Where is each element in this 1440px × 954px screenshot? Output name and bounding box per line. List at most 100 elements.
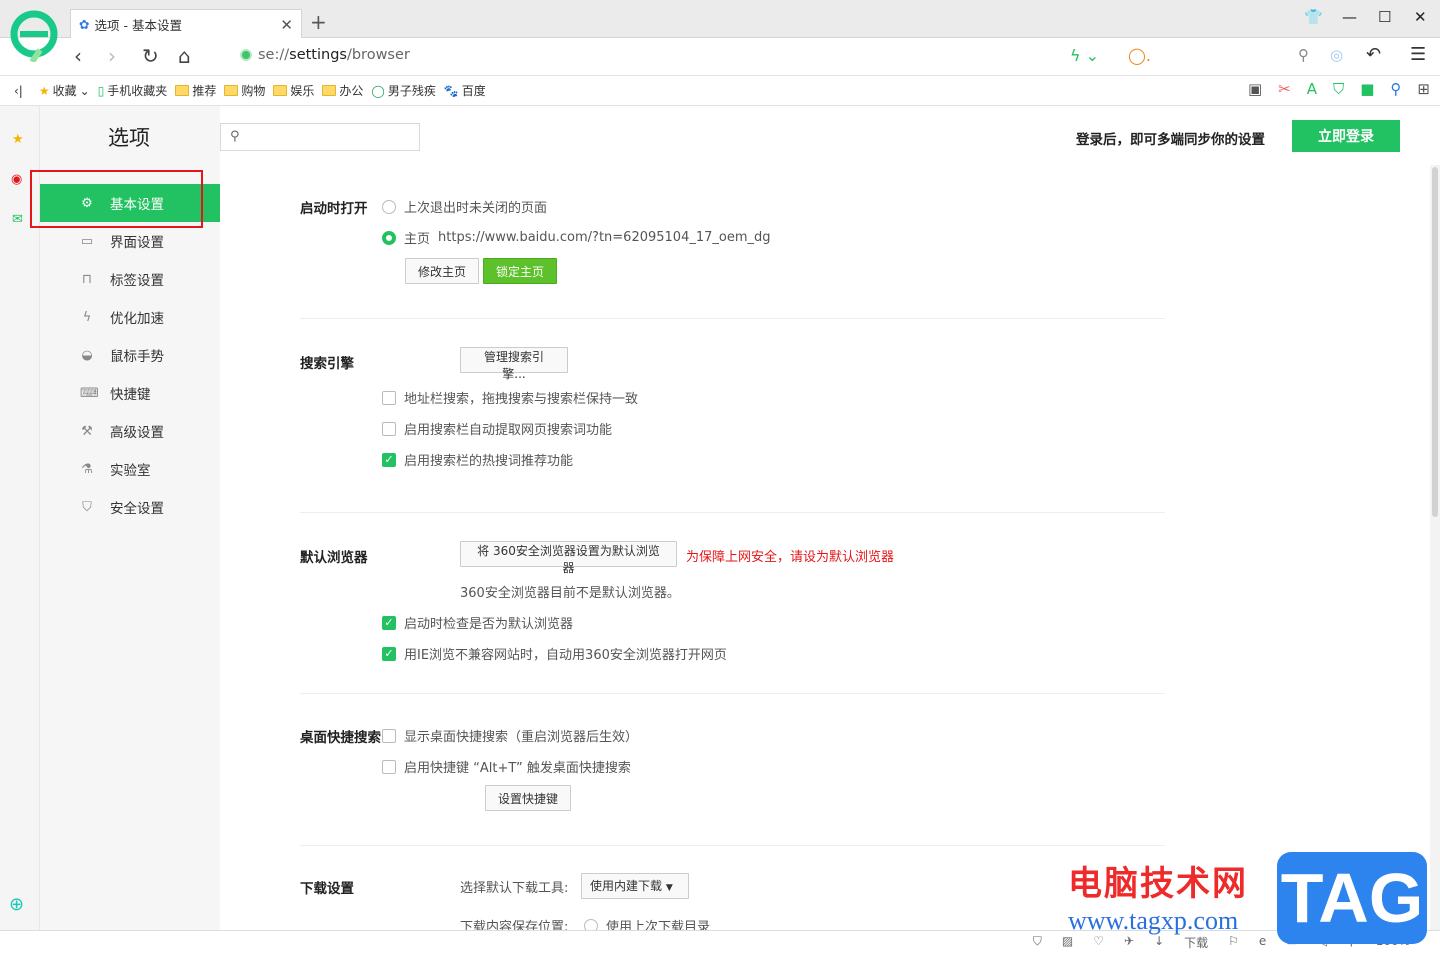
scissors-icon[interactable]: ✂ bbox=[1278, 80, 1291, 98]
lock-homepage-button[interactable]: 锁定主页 bbox=[483, 258, 557, 284]
close-window-button[interactable]: ✕ bbox=[1414, 8, 1427, 26]
radio-last-dir[interactable]: 使用上次下载目录 bbox=[584, 916, 710, 930]
bookmark-label: 推荐 bbox=[192, 84, 217, 98]
heartbeat-icon[interactable]: ♡ bbox=[1093, 934, 1104, 951]
checkbox-row[interactable]: 显示桌面快捷搜索（重启浏览器后生效） bbox=[382, 726, 638, 745]
tab-options[interactable]: ✿ 选项 - 基本设置 ✕ bbox=[70, 9, 302, 39]
bookmark-mobile[interactable]: ▯ 手机收藏夹 bbox=[98, 82, 168, 99]
download-location-label: 下载内容保存位置: bbox=[460, 920, 569, 930]
mail-icon[interactable]: ✉ bbox=[12, 212, 23, 227]
tab-title: 选项 - 基本设置 bbox=[94, 18, 182, 33]
bookmark-folder[interactable]: 推荐 bbox=[175, 82, 216, 99]
bookmark-label: 娱乐 bbox=[290, 84, 315, 98]
radio[interactable] bbox=[584, 918, 598, 930]
checkbox-row[interactable]: ✓ 用IE浏览不兼容网站时，自动用360安全浏览器打开网页 bbox=[382, 644, 727, 663]
bookmark-link[interactable]: ◯ 男子残疾 bbox=[371, 82, 435, 99]
skin-icon[interactable]: 👕 bbox=[1304, 8, 1323, 26]
search-icon: ⚲ bbox=[230, 129, 240, 144]
bookmark-baidu[interactable]: 🐾 百度 bbox=[444, 82, 486, 99]
sync-icon[interactable]: ◎ bbox=[1330, 46, 1343, 64]
game-icon[interactable]: ■ bbox=[1360, 80, 1374, 98]
settings-search-input[interactable]: ⚲ bbox=[220, 123, 420, 151]
close-tab-icon[interactable]: ✕ bbox=[280, 16, 293, 34]
manage-search-engines-button[interactable]: 管理搜索引擎... bbox=[460, 347, 568, 381]
reader-icon[interactable]: ▣ bbox=[1248, 80, 1262, 98]
search-engine-icon[interactable]: ◯. bbox=[1128, 46, 1151, 65]
translate-icon[interactable]: A bbox=[1307, 80, 1317, 98]
sidebar-item-label: 界面设置 bbox=[110, 235, 164, 251]
folder-icon bbox=[273, 85, 288, 96]
checkbox-row[interactable]: 地址栏搜索，拖拽搜索与搜索栏保持一致 bbox=[382, 388, 638, 407]
apps-icon[interactable]: ⊞ bbox=[1417, 80, 1430, 98]
address-bar[interactable]: se://settings/browser bbox=[240, 47, 410, 63]
modify-homepage-button[interactable]: 修改主页 bbox=[405, 258, 479, 284]
checkbox[interactable] bbox=[382, 728, 396, 743]
checkbox[interactable]: ✓ bbox=[382, 615, 396, 630]
forward-button[interactable]: › bbox=[108, 44, 116, 68]
checkbox-row[interactable]: 启用搜索栏自动提取网页搜索词功能 bbox=[382, 419, 612, 438]
url-path: settings bbox=[289, 47, 347, 63]
bookmark-label: 手机收藏夹 bbox=[107, 84, 168, 98]
login-button[interactable]: 立即登录 bbox=[1292, 120, 1400, 152]
checkbox[interactable] bbox=[382, 390, 396, 405]
set-default-browser-button[interactable]: 将 360安全浏览器设置为默认浏览器 bbox=[460, 541, 677, 575]
sidebar-item-advanced[interactable]: ⚒ 高级设置 bbox=[40, 412, 220, 450]
bookmark-folder[interactable]: 办公 bbox=[322, 82, 363, 99]
lightning-icon[interactable]: ϟ ⌄ bbox=[1070, 46, 1099, 65]
download-tool-select[interactable]: 使用内建下载 ▼ bbox=[581, 873, 689, 899]
flask-icon: ⚗ bbox=[81, 461, 93, 477]
browser-logo-icon[interactable] bbox=[10, 10, 58, 62]
bookmark-folder[interactable]: 娱乐 bbox=[273, 82, 314, 99]
scrollbar-thumb[interactable] bbox=[1432, 167, 1438, 517]
sidebar-item-tabs[interactable]: ⊓ 标签设置 bbox=[40, 260, 220, 298]
radio[interactable] bbox=[382, 199, 396, 214]
download-icon[interactable]: ↓ bbox=[1154, 934, 1164, 951]
image-icon[interactable]: ▨ bbox=[1062, 934, 1073, 951]
bookmark-favorites[interactable]: ★ 收藏 ⌄ bbox=[39, 82, 90, 99]
side-strip: ★ ◉ ✉ ⊕ bbox=[0, 106, 40, 930]
search-icon[interactable]: ⚲ bbox=[1298, 46, 1309, 64]
checkbox-row[interactable]: ✓ 启用搜索栏的热搜词推荐功能 bbox=[382, 450, 573, 469]
radio-restore-session[interactable]: 上次退出时未关闭的页面 bbox=[382, 197, 547, 216]
menu-icon[interactable]: ☰ bbox=[1410, 44, 1426, 65]
checkbox[interactable] bbox=[382, 759, 396, 774]
checkbox[interactable]: ✓ bbox=[382, 452, 396, 467]
folder-icon bbox=[322, 85, 337, 96]
minimize-button[interactable]: — bbox=[1342, 8, 1357, 26]
option-label: 启动时检查是否为默认浏览器 bbox=[404, 617, 574, 632]
rocket-icon[interactable]: ✈ bbox=[1124, 934, 1134, 951]
sidebar-item-lab[interactable]: ⚗ 实验室 bbox=[40, 450, 220, 488]
radio[interactable] bbox=[382, 230, 396, 245]
shield-yen-icon[interactable]: ⛉ bbox=[1333, 80, 1344, 98]
sidebar-item-shortcuts[interactable]: ⌨ 快捷键 bbox=[40, 374, 220, 412]
scrollbar[interactable] bbox=[1430, 165, 1440, 930]
favorites-icon[interactable]: ★ bbox=[12, 132, 24, 147]
set-shortcut-button[interactable]: 设置快捷键 bbox=[485, 785, 571, 811]
checkbox-row[interactable]: ✓ 启动时检查是否为默认浏览器 bbox=[382, 613, 573, 632]
undo-icon[interactable]: ↶ bbox=[1366, 44, 1381, 65]
maximize-button[interactable]: ☐ bbox=[1378, 8, 1391, 26]
bookmark-folder[interactable]: 购物 bbox=[224, 82, 265, 99]
weibo-icon[interactable]: ◉ bbox=[11, 172, 22, 187]
ie-icon[interactable]: e bbox=[1259, 934, 1266, 951]
new-tab-button[interactable]: + bbox=[310, 10, 327, 34]
home-button[interactable]: ⌂ bbox=[178, 44, 191, 68]
download-tool-label: 选择默认下载工具: bbox=[460, 881, 569, 896]
sidebar-item-label: 高级设置 bbox=[110, 425, 164, 441]
sidebar-item-security[interactable]: ⛉ 安全设置 bbox=[40, 488, 220, 526]
sidebar-item-gestures[interactable]: ◒ 鼠标手势 bbox=[40, 336, 220, 374]
shield-icon[interactable]: ⛉ bbox=[1033, 934, 1042, 951]
reload-button[interactable]: ↻ bbox=[142, 44, 159, 68]
checkbox-row[interactable]: 启用快捷键 “Alt+T” 触发桌面快捷搜索 bbox=[382, 757, 631, 776]
key-icon[interactable]: ⚲ bbox=[1390, 80, 1401, 98]
download-label[interactable]: 下载 bbox=[1184, 934, 1208, 951]
flag-icon[interactable]: ⚐ bbox=[1228, 934, 1239, 951]
collapse-sidebar-icon[interactable]: ‹| bbox=[14, 84, 23, 98]
radio-homepage[interactable]: 主页 https://www.baidu.com/?tn=62095104_17_… bbox=[382, 228, 771, 247]
checkbox[interactable] bbox=[382, 421, 396, 436]
back-button[interactable]: ‹ bbox=[74, 44, 82, 68]
sidebar-item-speedup[interactable]: ϟ 优化加速 bbox=[40, 298, 220, 336]
checkbox[interactable]: ✓ bbox=[382, 646, 396, 661]
add-icon[interactable]: ⊕ bbox=[9, 894, 24, 915]
option-label: 地址栏搜索，拖拽搜索与搜索栏保持一致 bbox=[404, 392, 639, 407]
